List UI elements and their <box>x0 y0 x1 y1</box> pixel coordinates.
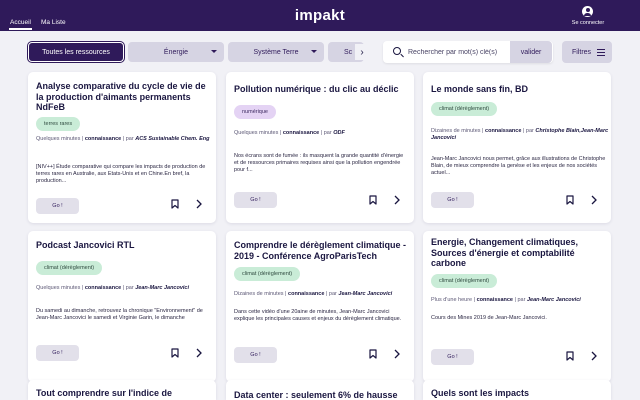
resource-card[interactable]: Le monde sans fin, BD climat (dérèglemen… <box>423 72 611 223</box>
resource-card[interactable]: Tout comprendre sur l'indice de <box>28 380 216 400</box>
card-meta: Dizaines de minutes | connaissance | par… <box>234 291 393 297</box>
go-button[interactable]: Go ! <box>234 192 277 208</box>
author-prefix: par <box>125 136 134 142</box>
card-description: Dans cette vidéo d'une 20aine de minutes… <box>234 309 402 323</box>
card-meta: Plus d'une heure | connaissance | par Je… <box>431 297 581 303</box>
caret-down-icon <box>311 50 317 53</box>
filter-all-resources[interactable]: Toutes les ressources <box>28 42 124 62</box>
filter-energie-dropdown[interactable]: Énergie <box>128 42 224 62</box>
topic-tag: climat (dérèglement) <box>431 274 498 288</box>
chevron-right-icon[interactable] <box>195 199 203 209</box>
caret-down-icon <box>211 50 217 53</box>
card-title: Analyse comparative du cycle de vie de l… <box>36 81 206 112</box>
filter-energie-label: Énergie <box>163 48 189 56</box>
resource-card[interactable]: Analyse comparative du cycle de vie de l… <box>28 72 216 223</box>
resource-type: connaissance <box>84 285 122 291</box>
card-title: Data center : seulement 6% de hausse <box>234 390 398 400</box>
search-icon <box>393 47 401 55</box>
app-logo[interactable]: impakt <box>0 7 640 24</box>
author: Jean-Marc Jancovici <box>526 297 581 303</box>
go-button[interactable]: Go ! <box>431 192 474 208</box>
duration: Dizaines de minutes <box>431 128 481 134</box>
author: ODF <box>333 130 345 136</box>
bookmark-icon[interactable] <box>171 348 179 358</box>
chevron-right-icon[interactable] <box>393 195 401 205</box>
resource-card[interactable]: Energie, Changement climatiques, Sources… <box>423 231 611 382</box>
chevron-right-icon[interactable]: › <box>355 44 369 60</box>
topic-tag: numérique <box>234 105 276 119</box>
bookmark-icon[interactable] <box>171 199 179 209</box>
resource-card[interactable]: Quels sont les impacts <box>423 380 611 400</box>
chevron-right-icon[interactable] <box>393 349 401 359</box>
filters-label: Filtres <box>572 48 592 56</box>
card-title: Le monde sans fin, BD <box>431 84 529 94</box>
resource-type: connaissance <box>282 130 320 136</box>
user-circle-icon[interactable] <box>582 6 593 17</box>
author: Jean-Marc Jancovici <box>135 285 190 291</box>
filter-systeme-terre-label: Système Terre <box>253 48 299 56</box>
topic-tag: climat (dérèglement) <box>431 102 498 116</box>
card-description: Cours des Mines 2019 de Jean-Marc Jancov… <box>431 315 547 321</box>
resource-card[interactable]: Comprendre le dérèglement climatique - 2… <box>226 231 414 382</box>
topic-tag: climat (dérèglement) <box>36 261 103 275</box>
resource-card[interactable]: Podcast Jancovici RTL climat (dérèglemen… <box>28 231 216 382</box>
author: ACS Sustainable Chem. Eng <box>135 136 210 142</box>
topic-tag: climat (dérèglement) <box>234 267 301 281</box>
go-button[interactable]: Go ! <box>431 349 474 365</box>
author-prefix: par <box>328 291 337 297</box>
card-title: Podcast Jancovici RTL <box>36 240 135 250</box>
bookmark-icon[interactable] <box>369 195 377 205</box>
card-description: Nos écrans sont de fumée : ils masquent … <box>234 153 404 174</box>
bookmark-icon[interactable] <box>369 349 377 359</box>
duration: Plus d'une heure <box>431 297 473 303</box>
resource-type: connaissance <box>84 136 122 142</box>
validate-search-button[interactable]: valider <box>510 41 552 63</box>
card-title: Pollution numérique : du clic au déclic <box>234 84 399 94</box>
sliders-icon <box>597 48 605 56</box>
bookmark-icon[interactable] <box>566 195 574 205</box>
duration: Quelques minutes <box>36 285 81 291</box>
topic-tag: terres rares <box>36 117 81 131</box>
author-prefix: par <box>525 128 534 134</box>
resource-card[interactable]: Data center : seulement 6% de hausse <box>226 380 414 400</box>
author-prefix: par <box>323 130 332 136</box>
duration: Quelques minutes <box>234 130 279 136</box>
top-navigation-bar: Accueil Ma Liste impakt Se connecter <box>0 0 640 31</box>
filter-systeme-terre-dropdown[interactable]: Système Terre <box>228 42 324 62</box>
card-description: Du samedi au dimanche, retrouvez la chro… <box>36 308 203 322</box>
duration: Quelques minutes <box>36 136 81 142</box>
author: Jean-Marc Jancovici <box>338 291 393 297</box>
resource-type: connaissance <box>288 291 325 297</box>
search-input[interactable] <box>408 45 508 59</box>
card-description: Jean-Marc Jancovici nous permet, grâce a… <box>431 156 606 177</box>
card-meta: Quelques minutes | connaissance | par OD… <box>234 130 345 136</box>
resource-type: connaissance <box>485 128 522 134</box>
card-title: Comprendre le dérèglement climatique - 2… <box>234 240 407 261</box>
card-meta: Dizaines de minutes | connaissance | par… <box>431 128 609 141</box>
author-prefix: par <box>517 297 526 303</box>
go-button[interactable]: Go ! <box>36 345 79 361</box>
go-button[interactable]: Go ! <box>234 347 277 363</box>
chevron-right-icon[interactable] <box>590 351 598 361</box>
author-prefix: par <box>125 285 134 291</box>
chevron-right-icon[interactable] <box>590 195 598 205</box>
duration: Dizaines de minutes <box>234 291 284 297</box>
resource-type: connaissance <box>476 297 513 303</box>
chevron-right-icon[interactable] <box>195 348 203 358</box>
card-meta: Quelques minutes | connaissance | par AC… <box>36 136 210 142</box>
card-meta: Quelques minutes | connaissance | par Je… <box>36 285 190 291</box>
resource-card[interactable]: Pollution numérique : du clic au déclic … <box>226 72 414 223</box>
bookmark-icon[interactable] <box>566 351 574 361</box>
filter-sciences-label: Sc <box>344 48 353 56</box>
card-description: [NIV++] Étude comparative qui compare le… <box>36 164 206 185</box>
card-title: Tout comprendre sur l'indice de <box>36 388 172 398</box>
filters-button[interactable]: Filtres <box>562 41 612 63</box>
login-link[interactable]: Se connecter <box>564 20 612 26</box>
go-button[interactable]: Go ! <box>36 198 79 214</box>
active-tab-indicator <box>9 28 32 30</box>
card-title: Quels sont les impacts <box>431 388 530 398</box>
card-title: Energie, Changement climatiques, Sources… <box>431 237 579 268</box>
